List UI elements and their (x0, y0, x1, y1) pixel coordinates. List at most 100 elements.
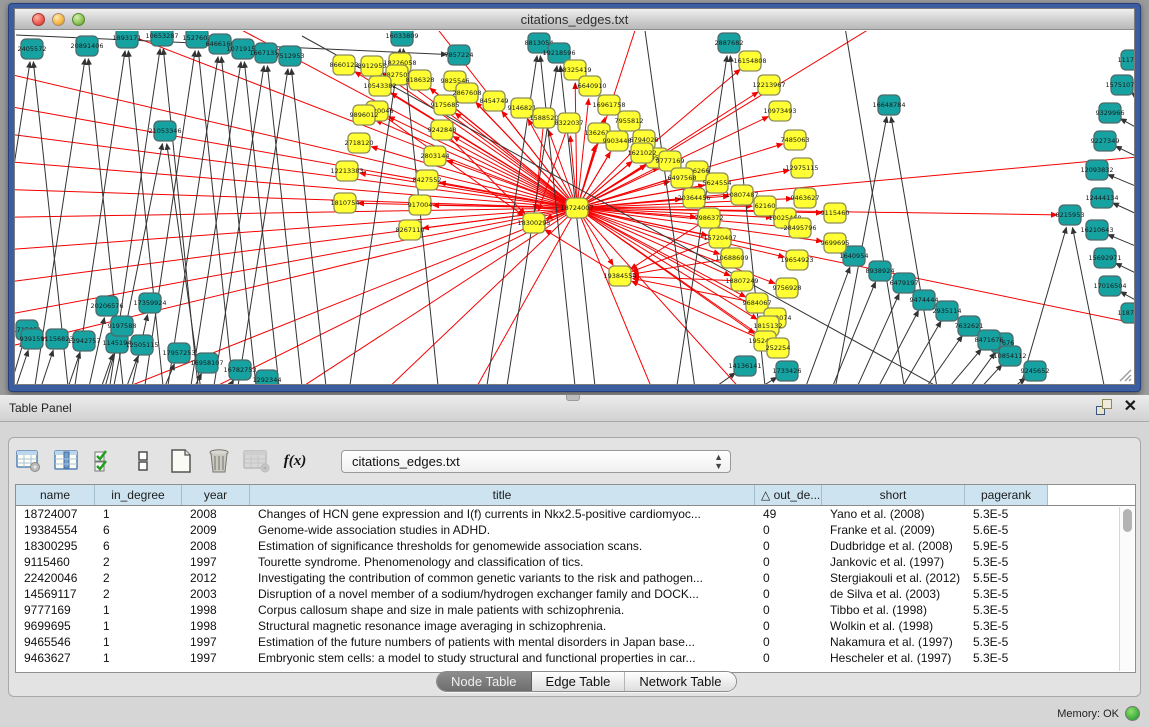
table-settings-icon[interactable] (15, 447, 43, 475)
select-checkmarks-icon[interactable] (91, 447, 119, 475)
graph-node[interactable]: 12942757 (67, 331, 100, 351)
graph-node[interactable]: 15692971 (1088, 248, 1121, 268)
graph-node[interactable]: 14136141 (728, 356, 761, 376)
row-height-icon[interactable] (129, 447, 157, 475)
table-row[interactable]: 946362711997Embryonic stem cells: a mode… (16, 650, 1135, 666)
graph-node[interactable]: 1733426 (773, 361, 802, 381)
graph-node[interactable]: 8267110 (396, 220, 425, 240)
graph-node[interactable]: 16154808 (733, 51, 766, 71)
show-columns-icon[interactable] (53, 447, 81, 475)
column-header-name[interactable]: name (16, 485, 95, 505)
graph-node[interactable]: 19654923 (780, 250, 813, 270)
graph-node[interactable]: 15751074 (1105, 75, 1134, 95)
graph-node[interactable]: 9699695 (821, 233, 850, 253)
citation-network-graph[interactable]: 2405572208914061893171106532871527602646… (15, 31, 1134, 384)
graph-node[interactable]: 8427552 (413, 170, 442, 190)
graph-node[interactable]: 12213383 (330, 161, 363, 181)
graph-node[interactable]: 21053346 (148, 121, 181, 141)
graph-node[interactable]: 1621022 (628, 143, 657, 163)
graph-node[interactable]: 9463627 (791, 188, 820, 208)
graph-node[interactable]: 8322037 (555, 113, 584, 133)
graph-node[interactable]: 2718120 (345, 133, 374, 153)
graph-node[interactable]: 9242848 (428, 120, 457, 140)
graph-node[interactable]: 252254 (766, 338, 791, 358)
table-row[interactable]: 1830029562008Estimation of significance … (16, 538, 1135, 554)
graph-node[interactable]: 16033809 (385, 31, 418, 46)
graph-node[interactable]: 9756928 (773, 278, 802, 298)
graph-node[interactable]: 7955812 (615, 111, 644, 131)
graph-node[interactable]: 8186328 (406, 70, 435, 90)
node-table[interactable]: namein_degreeyeartitle△ out_de...shortpa… (15, 484, 1136, 673)
graph-node[interactable]: 9115460 (821, 203, 850, 223)
graph-node[interactable]: 2405572 (18, 39, 47, 59)
tab-network-table[interactable]: Network Table (625, 672, 735, 691)
float-panel-icon[interactable] (1096, 399, 1112, 415)
column-header-pagerank[interactable]: pagerank (965, 485, 1048, 505)
graph-node[interactable]: 12444134 (1085, 188, 1118, 208)
table-row[interactable]: 1938455462009Genome-wide association stu… (16, 522, 1135, 538)
graph-node[interactable]: 2935114 (933, 301, 962, 321)
graph-node[interactable]: 1893171 (113, 31, 142, 48)
table-row[interactable]: 1872400712008Changes of HCN gene express… (16, 506, 1135, 522)
graph-node[interactable]: 8215953 (1056, 205, 1085, 225)
graph-node[interactable]: 6497568 (668, 168, 697, 188)
graph-node[interactable]: 8471676 (975, 330, 1004, 350)
column-header-title[interactable]: title (250, 485, 755, 505)
graph-node[interactable]: 10688609 (715, 248, 748, 268)
graph-node[interactable]: 10653287 (145, 31, 178, 46)
memory-status-indicator[interactable] (1125, 706, 1140, 721)
graph-node[interactable]: 17359924 (133, 293, 166, 313)
graph-node[interactable]: 5624554 (703, 173, 732, 193)
graph-node[interactable]: 12093832 (1080, 160, 1113, 180)
graph-node[interactable]: 8938924 (866, 261, 895, 281)
delete-table-icon[interactable] (205, 447, 233, 475)
graph-node[interactable]: 2887682 (715, 33, 744, 53)
graph-node[interactable]: 62160 (754, 196, 776, 216)
graph-node[interactable]: 12975115 (785, 158, 818, 178)
new-table-icon[interactable] (167, 447, 195, 475)
graph-node[interactable]: 7512953 (276, 46, 305, 66)
tab-node-table[interactable]: Node Table (437, 672, 532, 691)
graph-node[interactable]: 917004 (408, 195, 433, 215)
column-header-year[interactable]: year (182, 485, 250, 505)
table-select-dropdown[interactable]: citations_edges.txt ▲▼ (341, 450, 731, 473)
table-row[interactable]: 2242004622012Investigating the contribut… (16, 570, 1135, 586)
table-row[interactable]: 977716911998Corpus callosum shape and si… (16, 602, 1135, 618)
graph-node[interactable]: 8454749 (480, 91, 509, 111)
graph-node[interactable]: 7986372 (695, 208, 724, 228)
graph-node[interactable]: 9896012 (350, 105, 379, 125)
close-panel-icon[interactable]: ✕ (1124, 399, 1137, 415)
graph-node[interactable]: 8660123 (330, 55, 359, 75)
panel-divider-handle[interactable] (566, 395, 580, 401)
graph-node[interactable]: 9175685 (431, 95, 460, 115)
graph-node[interactable]: 2867608 (453, 83, 482, 103)
graph-node[interactable]: 20364456 (677, 188, 710, 208)
graph-node[interactable]: 9903448 (603, 131, 632, 151)
table-row[interactable]: 1456911722003Disruption of a novel membe… (16, 586, 1135, 602)
graph-node[interactable]: 9227349 (1091, 131, 1120, 151)
graph-node[interactable]: 9245652 (1021, 361, 1050, 381)
network-window[interactable]: citations_edges.txt 24055722089140618931… (8, 3, 1141, 392)
column-header-in_degree[interactable]: in_degree (95, 485, 182, 505)
graph-node[interactable]: 12505115 (125, 335, 158, 355)
table-row[interactable]: 911546021997Tourette syndrome. Phenomeno… (16, 554, 1135, 570)
graph-node[interactable]: 16648784 (872, 95, 905, 115)
table-row[interactable]: 946554611997Estimation of the future num… (16, 634, 1135, 650)
graph-node[interactable]: 10973493 (763, 101, 796, 121)
graph-node[interactable]: 1810754 (331, 193, 360, 213)
table-vertical-scrollbar[interactable] (1119, 507, 1134, 671)
graph-node[interactable]: 1292344 (253, 370, 282, 384)
graph-node[interactable]: 7857224 (445, 45, 474, 65)
network-canvas[interactable]: 2405572208914061893171106532871527602646… (15, 31, 1134, 384)
window-titlebar[interactable]: citations_edges.txt (15, 9, 1134, 30)
graph-node[interactable]: 7485063 (781, 130, 810, 150)
graph-node[interactable]: 9329966 (1096, 103, 1125, 123)
resize-grip-icon[interactable] (1116, 366, 1132, 382)
graph-node[interactable]: 17016504 (1093, 276, 1126, 296)
graph-node[interactable]: 20206576 (90, 296, 123, 316)
tab-edge-table[interactable]: Edge Table (532, 672, 626, 691)
scrollbar-thumb[interactable] (1123, 509, 1132, 532)
graph-node[interactable]: 9197588 (108, 316, 137, 336)
column-header-short[interactable]: short (822, 485, 965, 505)
function-builder-icon[interactable]: f(x) (281, 447, 309, 475)
